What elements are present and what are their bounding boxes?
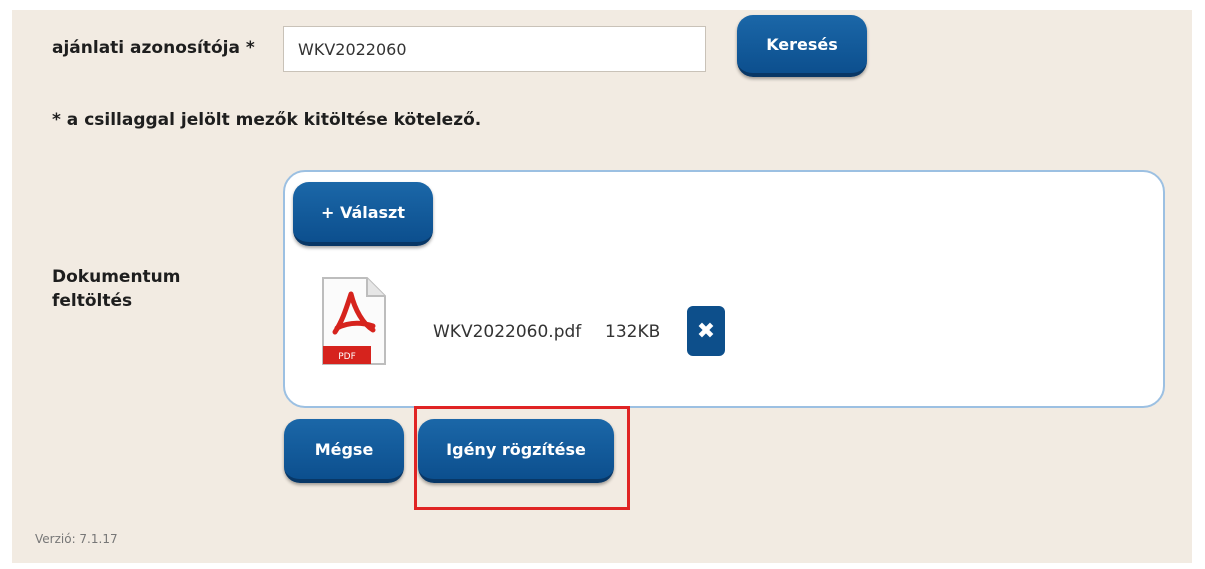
uploaded-file-name: WKV2022060.pdf	[433, 322, 582, 342]
document-upload-label: Dokumentum feltöltés	[52, 265, 181, 313]
choose-file-button[interactable]: + Választ	[293, 182, 433, 246]
cancel-button[interactable]: Mégse	[284, 419, 404, 483]
offer-id-input[interactable]	[283, 26, 706, 72]
offer-id-label: ajánlati azonosítója *	[52, 38, 255, 58]
document-upload-label-line1: Dokumentum	[52, 267, 181, 287]
search-button[interactable]: Keresés	[737, 15, 867, 77]
remove-file-button[interactable]: ✖	[687, 306, 725, 356]
upload-area: + Választ PDF WKV2022060.pdf 132KB ✖	[283, 170, 1165, 408]
required-fields-note: * a csillaggal jelölt mezők kitöltése kö…	[52, 110, 482, 130]
uploaded-file-size: 132KB	[605, 322, 661, 342]
close-icon: ✖	[696, 318, 716, 344]
version-text: Verzió: 7.1.17	[35, 532, 118, 546]
pdf-file-icon: PDF	[322, 277, 386, 365]
highlight-box	[414, 406, 630, 510]
document-upload-label-line2: feltöltés	[52, 291, 133, 311]
svg-text:PDF: PDF	[338, 352, 356, 362]
